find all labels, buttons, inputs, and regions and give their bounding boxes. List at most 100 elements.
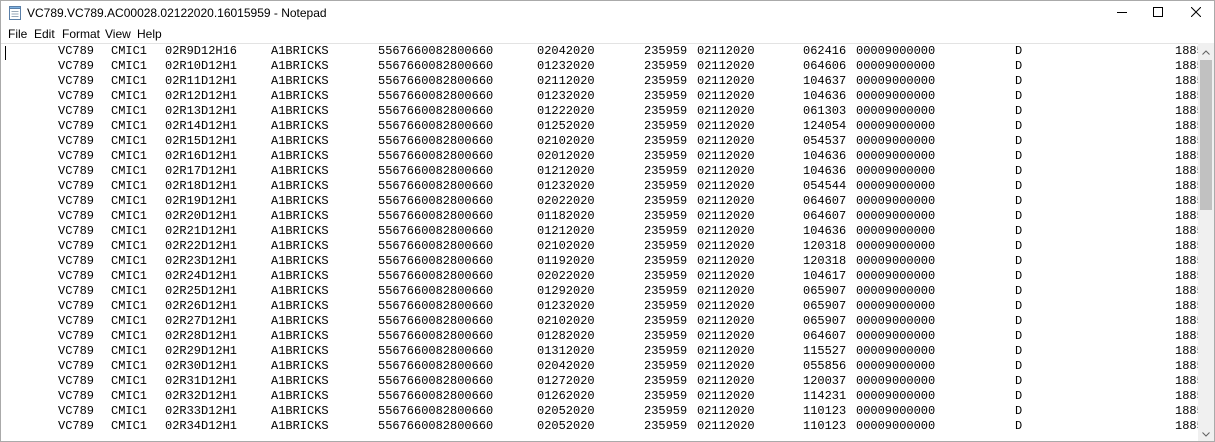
text-field: 02112020 (697, 329, 755, 343)
text-field: 064607 (803, 329, 847, 343)
text-field: 02112020 (697, 269, 755, 283)
text-field: VC789 (58, 194, 95, 208)
text-field: 01272020 (537, 374, 595, 388)
text-field: 5567660082800660 (378, 209, 494, 223)
text-field: A1BRICKS (271, 164, 329, 178)
text-field: A1BRICKS (271, 254, 329, 268)
text-line: VC789 CMIC1 02R32D12H1 A1BRICKS 556766008280… (1, 389, 1198, 404)
text-field: 065907 (803, 299, 847, 313)
text-field: CMIC1 (111, 59, 148, 73)
text-field: 5567660082800660 (378, 359, 494, 373)
text-field: VC789 (58, 404, 95, 418)
text-editor[interactable]: VC789 CMIC1 02R9D12H16 A1BRICKS 556766008280… (1, 43, 1198, 441)
text-field: 104636 (803, 149, 847, 163)
text-field: CMIC1 (111, 299, 148, 313)
text-field: 00009000000 (856, 404, 936, 418)
text-field: 02R30D12H1 (165, 359, 238, 373)
text-field: VC789 (58, 254, 95, 268)
text-line: VC789 CMIC1 02R22D12H1 A1BRICKS 556766008280… (1, 239, 1198, 254)
text-field: CMIC1 (111, 119, 148, 133)
text-field: CMIC1 (111, 374, 148, 388)
text-field: 1885 (1175, 329, 1198, 343)
text-field: 02R25D12H1 (165, 284, 238, 298)
text-field: 02112020 (697, 359, 755, 373)
text-field: A1BRICKS (271, 209, 329, 223)
text-field: 235959 (644, 89, 688, 103)
text-field: 02112020 (697, 164, 755, 178)
text-field: 02042020 (537, 44, 595, 58)
menu-format[interactable]: Format (62, 27, 100, 41)
text-field: VC789 (58, 59, 95, 73)
text-field: 1885 (1175, 344, 1198, 358)
menu-help[interactable]: Help (137, 27, 162, 41)
text-field: VC789 (58, 374, 95, 388)
text-field: 01282020 (537, 329, 595, 343)
menu-view[interactable]: View (105, 27, 131, 41)
text-line: VC789 CMIC1 02R12D12H1 A1BRICKS 556766008280… (1, 89, 1198, 104)
scroll-up-button[interactable] (1198, 43, 1214, 59)
text-field: D (1015, 329, 1023, 343)
text-field: 235959 (644, 284, 688, 298)
text-field: 1885 (1175, 194, 1198, 208)
text-field: 00009000000 (856, 44, 936, 58)
text-field: 1885 (1175, 164, 1198, 178)
text-field: 02112020 (697, 374, 755, 388)
text-line: VC789 CMIC1 02R13D12H1 A1BRICKS 556766008280… (1, 104, 1198, 119)
text-field: 120318 (803, 254, 847, 268)
text-field: 1885 (1175, 209, 1198, 223)
text-line: VC789 CMIC1 02R21D12H1 A1BRICKS 556766008280… (1, 224, 1198, 239)
notepad-icon (9, 6, 21, 20)
text-lines: VC789 CMIC1 02R9D12H16 A1BRICKS 556766008280… (1, 44, 1198, 434)
text-field: A1BRICKS (271, 89, 329, 103)
text-field: D (1015, 359, 1023, 373)
text-field: D (1015, 419, 1023, 433)
text-field: 1885 (1175, 374, 1198, 388)
scroll-down-button[interactable] (1198, 425, 1214, 441)
close-button[interactable] (1173, 1, 1214, 25)
text-field: 235959 (644, 404, 688, 418)
text-field: 235959 (644, 59, 688, 73)
text-field: 02112020 (697, 224, 755, 238)
text-field: 5567660082800660 (378, 179, 494, 193)
text-field: CMIC1 (111, 149, 148, 163)
text-field: 00009000000 (856, 59, 936, 73)
text-field: A1BRICKS (271, 284, 329, 298)
text-field: 00009000000 (856, 329, 936, 343)
text-field: 02R15D12H1 (165, 134, 238, 148)
text-line: VC789 CMIC1 02R19D12H1 A1BRICKS 556766008280… (1, 194, 1198, 209)
text-field: A1BRICKS (271, 44, 329, 58)
text-field: 01312020 (537, 344, 595, 358)
text-field: A1BRICKS (271, 194, 329, 208)
title-bar[interactable]: VC789.VC789.AC00028.02122020.16015959 - … (1, 1, 1214, 25)
text-field: CMIC1 (111, 254, 148, 268)
menu-edit[interactable]: Edit (34, 27, 55, 41)
text-field: 01232020 (537, 179, 595, 193)
text-field: 00009000000 (856, 179, 936, 193)
text-field: 061303 (803, 104, 847, 118)
scrollbar-thumb[interactable] (1200, 60, 1212, 210)
text-field: 5567660082800660 (378, 134, 494, 148)
text-field: A1BRICKS (271, 269, 329, 283)
text-field: D (1015, 134, 1023, 148)
text-field: 104617 (803, 269, 847, 283)
text-field: 235959 (644, 374, 688, 388)
text-field: 02R32D12H1 (165, 389, 238, 403)
text-field: A1BRICKS (271, 359, 329, 373)
text-field: VC789 (58, 329, 95, 343)
text-field: 00009000000 (856, 419, 936, 433)
menu-file[interactable]: File (8, 27, 27, 41)
text-field: 5567660082800660 (378, 164, 494, 178)
text-field: A1BRICKS (271, 329, 329, 343)
text-field: 02112020 (697, 119, 755, 133)
text-field: 235959 (644, 224, 688, 238)
text-field: 054537 (803, 134, 847, 148)
text-field: D (1015, 194, 1023, 208)
text-field: 02112020 (697, 419, 755, 433)
text-field: 01232020 (537, 299, 595, 313)
text-field: 02112020 (697, 134, 755, 148)
text-field: 1885 (1175, 269, 1198, 283)
text-field: 00009000000 (856, 284, 936, 298)
text-field: D (1015, 104, 1023, 118)
text-field: CMIC1 (111, 209, 148, 223)
vertical-scrollbar[interactable] (1198, 43, 1214, 441)
